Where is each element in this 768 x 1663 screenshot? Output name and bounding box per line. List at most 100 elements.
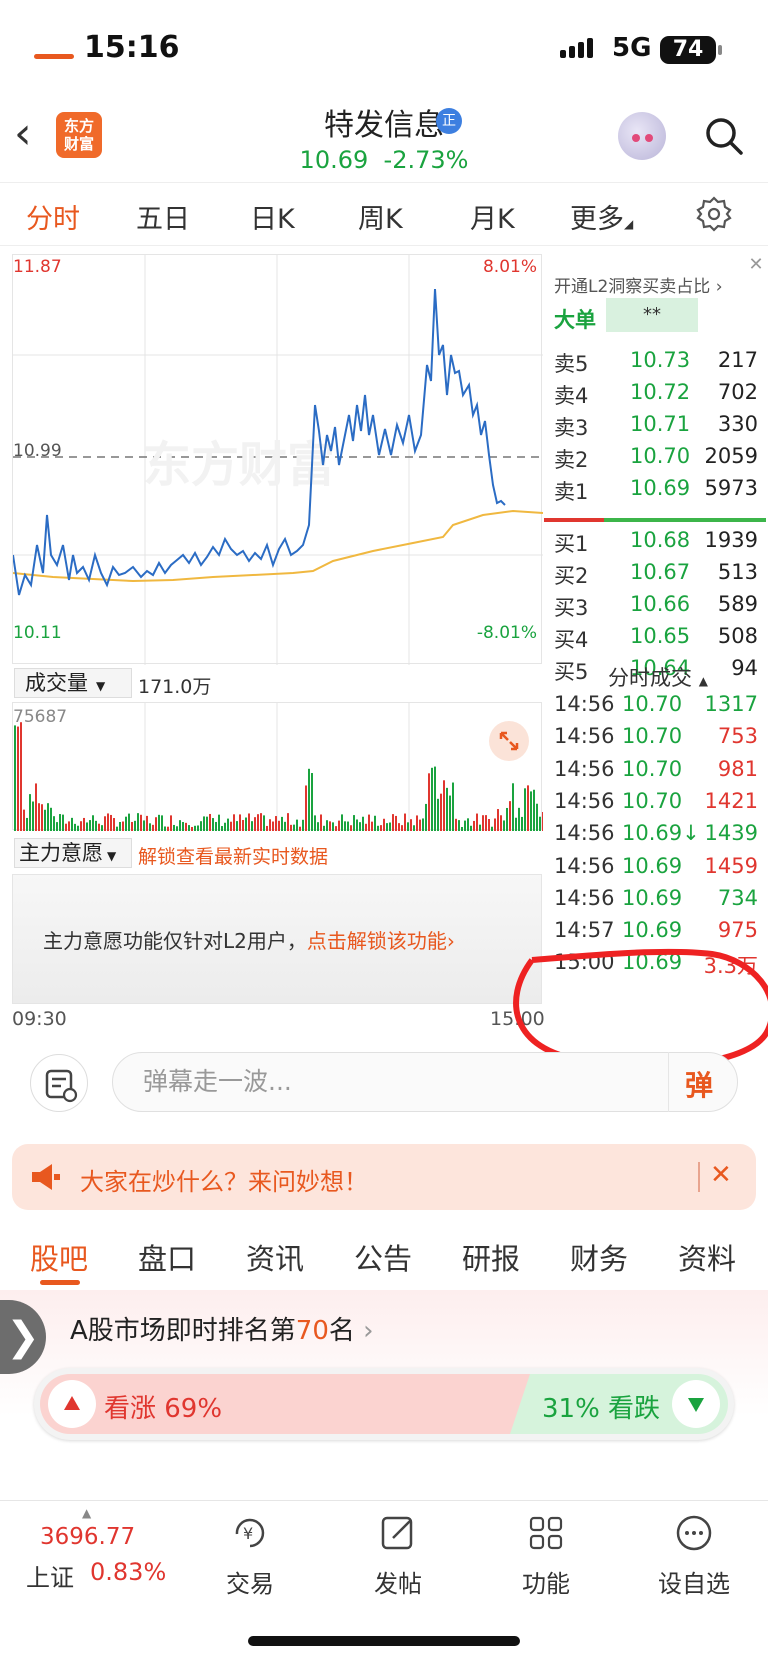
index-value[interactable]: 3696.77 [40,1524,135,1550]
volume-bar [107,813,109,831]
tab-rik[interactable]: 日K [250,197,295,236]
sell-price: 10.72 [630,380,691,404]
buy-price: 10.67 [630,560,691,584]
buy-row[interactable]: 买2 10.67 513 [544,560,766,592]
tab-more[interactable]: 更多◢ [570,197,633,236]
search-icon[interactable] [704,116,744,156]
l2-promo[interactable]: 开通L2洞察买卖占比 › [554,272,723,297]
tab-finance[interactable]: 财务 [570,1236,628,1278]
unlock-link[interactable]: 点击解锁该功能 [307,929,447,953]
volume-bar [53,816,55,831]
tab-research[interactable]: 研报 [462,1236,520,1278]
comment-list-icon[interactable] [30,1054,88,1112]
volume-bar [464,820,466,831]
tab-profile[interactable]: 资料 [678,1236,736,1278]
battery-nub [718,45,722,55]
expand-icon[interactable] [489,721,529,761]
volume-bar [503,820,505,831]
pct-low-label: -8.01% [476,623,537,643]
index-change[interactable]: 0.83% [90,1558,166,1586]
main-force-selector[interactable]: 主力意愿 ▼ [14,838,132,868]
tab-yuek[interactable]: 月K [470,197,515,236]
volume-bar [377,825,379,831]
sell-volume: 2059 [704,444,758,468]
sell-level-label: 卖3 [554,416,589,440]
tab-wuri[interactable]: 五日 [136,197,190,236]
vote-down-button[interactable] [672,1380,720,1428]
tick-row: 14:56 10.69↓ 1439 [544,821,766,855]
tab-news[interactable]: 资讯 [246,1236,304,1278]
volume-bar [476,813,478,831]
nav-functions[interactable]: 功能 [486,1512,606,1599]
volume-bar [29,794,31,831]
collapse-arrow-icon[interactable]: ▲ [82,1506,91,1520]
tab-notices[interactable]: 公告 [354,1236,412,1278]
volume-bar [89,820,91,831]
buy-row[interactable]: 买1 10.68 1939 [544,528,766,560]
intraday-chart[interactable]: 东方财富 11.87 8.01% 10.99 10.11 -8.01% [12,254,543,665]
volume-bar [116,826,118,831]
volume-bar [149,823,151,831]
volume-bar [74,823,76,831]
stock-price: 10.69 [299,146,369,174]
volume-chart[interactable]: 75687 [12,702,543,831]
market-rank[interactable]: A股市场即时排名第70名 › [70,1310,374,1347]
banner-text[interactable]: 大家在炒什么？来问妙想！ [80,1162,368,1197]
tab-guba[interactable]: 股吧 [30,1236,88,1278]
volume-selector[interactable]: 成交量 ▼ [14,668,132,698]
buy-row[interactable]: 买3 10.66 589 [544,592,766,624]
sell-row[interactable]: 卖4 10.72 702 [544,380,766,412]
assistant-avatar-icon[interactable] [618,112,666,160]
sell-row[interactable]: 卖5 10.73 217 [544,348,766,380]
volume-bar [113,818,115,831]
volume-bar [353,815,355,831]
volume-bar [38,803,40,831]
volume-bar [284,821,286,831]
vote-up-button[interactable] [48,1380,96,1428]
volume-bar [239,814,241,831]
index-name[interactable]: 上证 [26,1558,74,1593]
tick-price: 10.69 [622,853,683,878]
volume-bar [158,814,160,831]
danmu-input[interactable]: 弹幕走一波... [112,1052,738,1112]
tick-time: 14:56 [554,724,615,749]
tab-pankou[interactable]: 盘口 [138,1236,196,1278]
volume-selector-label: 成交量 [25,671,88,695]
volume-bar [524,788,526,831]
tab-zhouk[interactable]: 周K [358,197,403,236]
sell-row[interactable]: 卖2 10.70 2059 [544,444,766,476]
volume-bar [233,814,235,831]
tick-row: 14:56 10.70 1317 [544,692,766,726]
nav-watchlist[interactable]: 设自选 [634,1512,754,1599]
sell-row[interactable]: 卖3 10.71 330 [544,412,766,444]
sell-row[interactable]: 卖1 10.69 5973 [544,476,766,508]
volume-bar [497,809,499,831]
volume-bar [197,825,199,831]
big-order-b: ** [606,298,698,332]
tab-active-underline [34,54,74,59]
volume-bar [449,795,451,831]
volume-bar [362,816,364,831]
volume-bar [410,819,412,831]
battery-icon: 74 [660,36,716,64]
volume-bar [80,821,82,831]
tab-fenshi[interactable]: 分时 [26,197,80,236]
close-icon[interactable]: ✕ [744,254,768,278]
volume-bar [383,818,385,831]
volume-bar [536,803,538,831]
buy-row[interactable]: 买4 10.65 508 [544,624,766,656]
close-icon[interactable]: ✕ [710,1160,732,1190]
gear-icon[interactable] [696,196,732,232]
nav-trade[interactable]: ¥ 交易 [190,1512,310,1599]
volume-bar [287,813,289,831]
volume-bar [83,817,85,831]
nav-post[interactable]: 发帖 [338,1512,458,1599]
triangle-up-icon [64,1396,80,1410]
tick-volume: 1421 [704,788,758,813]
chevron-down-icon: ▼ [107,849,117,863]
volume-bar [434,766,436,831]
danmu-toggle-button[interactable]: 弹 [668,1052,738,1112]
volume-bar [104,816,106,831]
unlock-hint[interactable]: 解锁查看最新实时数据 [138,842,328,869]
volume-bar [416,815,418,831]
